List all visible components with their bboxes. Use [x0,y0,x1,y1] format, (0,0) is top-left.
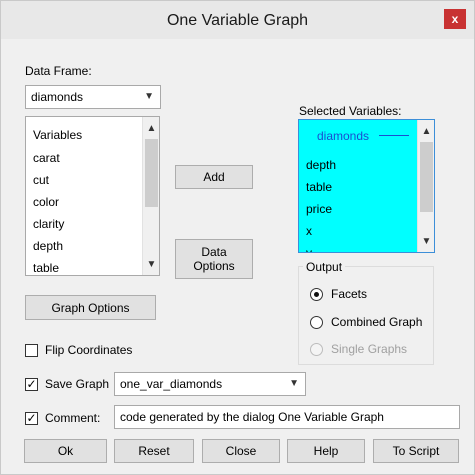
single-graphs-radio [310,343,323,356]
to-script-button[interactable]: To Script [373,439,459,463]
selected-variables-header: diamonds [317,129,370,143]
help-button[interactable]: Help [287,439,365,463]
flip-coordinates-label[interactable]: Flip Coordinates [45,343,132,357]
scroll-thumb[interactable] [145,139,158,207]
selected-scrollbar[interactable]: ▲ ▼ [417,120,434,252]
window-title: One Variable Graph [166,12,309,29]
variables-listbox[interactable]: Variables carat cut color clarity depth … [25,116,160,276]
title-bar[interactable]: One Variable Graph x [1,1,474,39]
comment-label[interactable]: Comment: [45,411,100,425]
graph-options-button[interactable]: Graph Options [25,295,156,320]
list-item[interactable]: x [306,220,411,242]
scroll-down-icon[interactable]: ▼ [143,257,159,273]
chevron-down-icon: ▼ [289,378,299,389]
save-graph-label[interactable]: Save Graph [45,377,109,391]
close-window-button[interactable]: x [444,9,466,29]
list-item[interactable]: color [26,191,159,213]
variables-scrollbar[interactable]: ▲ ▼ [142,117,159,275]
header-divider [379,135,409,136]
data-options-button[interactable]: Data Options [175,239,253,279]
list-item[interactable]: clarity [26,213,159,235]
save-graph-value: one_var_diamonds [120,377,223,391]
add-button[interactable]: Add [175,165,253,189]
close-button[interactable]: Close [202,439,280,463]
list-item[interactable]: table [26,257,159,275]
data-options-line2: Options [193,259,235,273]
data-frame-dropdown[interactable]: diamonds ▼ [25,85,161,109]
facets-label[interactable]: Facets [331,287,367,301]
comment-checkbox[interactable]: ✓ [25,412,38,425]
list-item[interactable]: depth [306,154,411,176]
list-item[interactable]: price [306,198,411,220]
data-frame-value: diamonds [31,90,84,104]
reset-button[interactable]: Reset [114,439,194,463]
list-item[interactable]: carat [26,147,159,169]
scroll-up-icon[interactable]: ▲ [418,124,434,140]
scroll-down-icon[interactable]: ▼ [418,234,434,250]
list-item[interactable]: cut [26,169,159,191]
chevron-down-icon: ▼ [144,91,154,102]
combined-graph-label[interactable]: Combined Graph [331,315,422,329]
output-label: Output [303,260,346,274]
selected-variables-listbox[interactable]: diamonds depth table price x y ▲ ▼ [298,119,435,253]
list-item[interactable]: depth [26,235,159,257]
single-graphs-label: Single Graphs [331,342,408,356]
data-options-line1: Data [201,245,227,259]
save-graph-dropdown[interactable]: one_var_diamonds ▼ [114,372,306,396]
comment-input[interactable]: code generated by the dialog One Variabl… [114,405,460,429]
dialog-window: One Variable Graph x Data Frame: diamond… [0,0,475,475]
variables-header: Variables [33,128,83,142]
flip-coordinates-checkbox[interactable] [25,344,38,357]
scroll-up-icon[interactable]: ▲ [143,121,159,137]
save-graph-checkbox[interactable]: ✓ [25,378,38,391]
combined-graph-radio[interactable] [310,316,323,329]
ok-button[interactable]: Ok [24,439,107,463]
scroll-thumb[interactable] [420,142,433,212]
selected-variables-label: Selected Variables: [299,104,402,118]
facets-radio[interactable] [310,288,323,301]
list-item[interactable]: y [306,242,411,252]
data-frame-label: Data Frame: [25,64,92,78]
list-item[interactable]: table [306,176,411,198]
